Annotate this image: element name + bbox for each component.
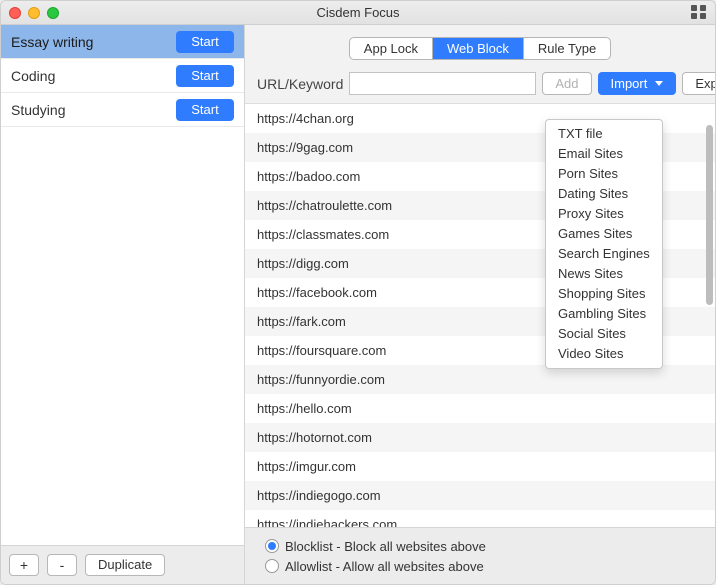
import-option[interactable]: Porn Sites bbox=[546, 164, 662, 184]
import-option[interactable]: Social Sites bbox=[546, 324, 662, 344]
profile-name: Coding bbox=[11, 68, 55, 84]
radio-icon bbox=[265, 559, 279, 573]
allowlist-label: Allowlist - Allow all websites above bbox=[285, 559, 484, 574]
import-option[interactable]: Proxy Sites bbox=[546, 204, 662, 224]
url-keyword-label: URL/Keyword bbox=[257, 76, 343, 92]
import-option[interactable]: Games Sites bbox=[546, 224, 662, 244]
blocklist-label: Blocklist - Block all websites above bbox=[285, 539, 486, 554]
profile-name: Studying bbox=[11, 102, 65, 118]
segmented-control: App Lock Web Block Rule Type bbox=[349, 37, 611, 60]
window-body: Essay writing Start Coding Start Studyin… bbox=[1, 25, 715, 584]
start-button[interactable]: Start bbox=[176, 65, 234, 87]
sidebar: Essay writing Start Coding Start Studyin… bbox=[1, 25, 245, 584]
profile-list: Essay writing Start Coding Start Studyin… bbox=[1, 25, 244, 545]
tab-web-block[interactable]: Web Block bbox=[433, 38, 524, 59]
tab-app-lock[interactable]: App Lock bbox=[350, 38, 433, 59]
url-row[interactable]: https://hotornot.com bbox=[245, 423, 715, 452]
duplicate-button[interactable]: Duplicate bbox=[85, 554, 165, 576]
url-row[interactable]: https://indiegogo.com bbox=[245, 481, 715, 510]
list-mode: Blocklist - Block all websites above All… bbox=[245, 527, 715, 584]
import-option[interactable]: Gambling Sites bbox=[546, 304, 662, 324]
start-button[interactable]: Start bbox=[176, 31, 234, 53]
chevron-down-icon bbox=[655, 81, 663, 86]
grid-icon[interactable] bbox=[691, 5, 707, 19]
traffic-lights bbox=[9, 7, 59, 19]
url-row[interactable]: https://funnyordie.com bbox=[245, 365, 715, 394]
scrollbar[interactable] bbox=[706, 125, 713, 305]
import-option[interactable]: News Sites bbox=[546, 264, 662, 284]
allowlist-radio[interactable]: Allowlist - Allow all websites above bbox=[265, 556, 695, 576]
radio-icon bbox=[265, 539, 279, 553]
profile-item[interactable]: Studying Start bbox=[1, 93, 244, 127]
import-option[interactable]: Dating Sites bbox=[546, 184, 662, 204]
export-button[interactable]: Export bbox=[682, 72, 716, 95]
import-label: Import bbox=[611, 73, 648, 94]
blocklist-radio[interactable]: Blocklist - Block all websites above bbox=[265, 536, 695, 556]
import-option[interactable]: Email Sites bbox=[546, 144, 662, 164]
start-button[interactable]: Start bbox=[176, 99, 234, 121]
url-row[interactable]: https://indiehackers.com bbox=[245, 510, 715, 527]
add-url-button[interactable]: Add bbox=[542, 72, 591, 95]
import-option[interactable]: Video Sites bbox=[546, 344, 662, 364]
profile-item[interactable]: Essay writing Start bbox=[1, 25, 244, 59]
window-title: Cisdem Focus bbox=[1, 5, 715, 20]
app-window: Cisdem Focus Essay writing Start Coding … bbox=[0, 0, 716, 585]
tabs-row: App Lock Web Block Rule Type bbox=[245, 25, 715, 68]
import-option[interactable]: Shopping Sites bbox=[546, 284, 662, 304]
import-option[interactable]: Search Engines bbox=[546, 244, 662, 264]
tab-rule-type[interactable]: Rule Type bbox=[524, 38, 610, 59]
maximize-icon[interactable] bbox=[47, 7, 59, 19]
filter-row: URL/Keyword Add Import Export bbox=[245, 68, 715, 103]
url-row[interactable]: https://hello.com bbox=[245, 394, 715, 423]
profile-item[interactable]: Coding Start bbox=[1, 59, 244, 93]
import-option[interactable]: TXT file bbox=[546, 124, 662, 144]
import-dropdown: TXT file Email Sites Porn Sites Dating S… bbox=[545, 119, 663, 369]
url-row[interactable]: https://imgur.com bbox=[245, 452, 715, 481]
minimize-icon[interactable] bbox=[28, 7, 40, 19]
url-keyword-input[interactable] bbox=[349, 72, 536, 95]
profile-name: Essay writing bbox=[11, 34, 93, 50]
main-panel: App Lock Web Block Rule Type URL/Keyword… bbox=[245, 25, 715, 584]
close-icon[interactable] bbox=[9, 7, 21, 19]
remove-profile-button[interactable]: - bbox=[47, 554, 77, 576]
add-profile-button[interactable]: + bbox=[9, 554, 39, 576]
sidebar-toolbar: + - Duplicate bbox=[1, 545, 244, 584]
titlebar: Cisdem Focus bbox=[1, 1, 715, 25]
import-button[interactable]: Import bbox=[598, 72, 677, 95]
